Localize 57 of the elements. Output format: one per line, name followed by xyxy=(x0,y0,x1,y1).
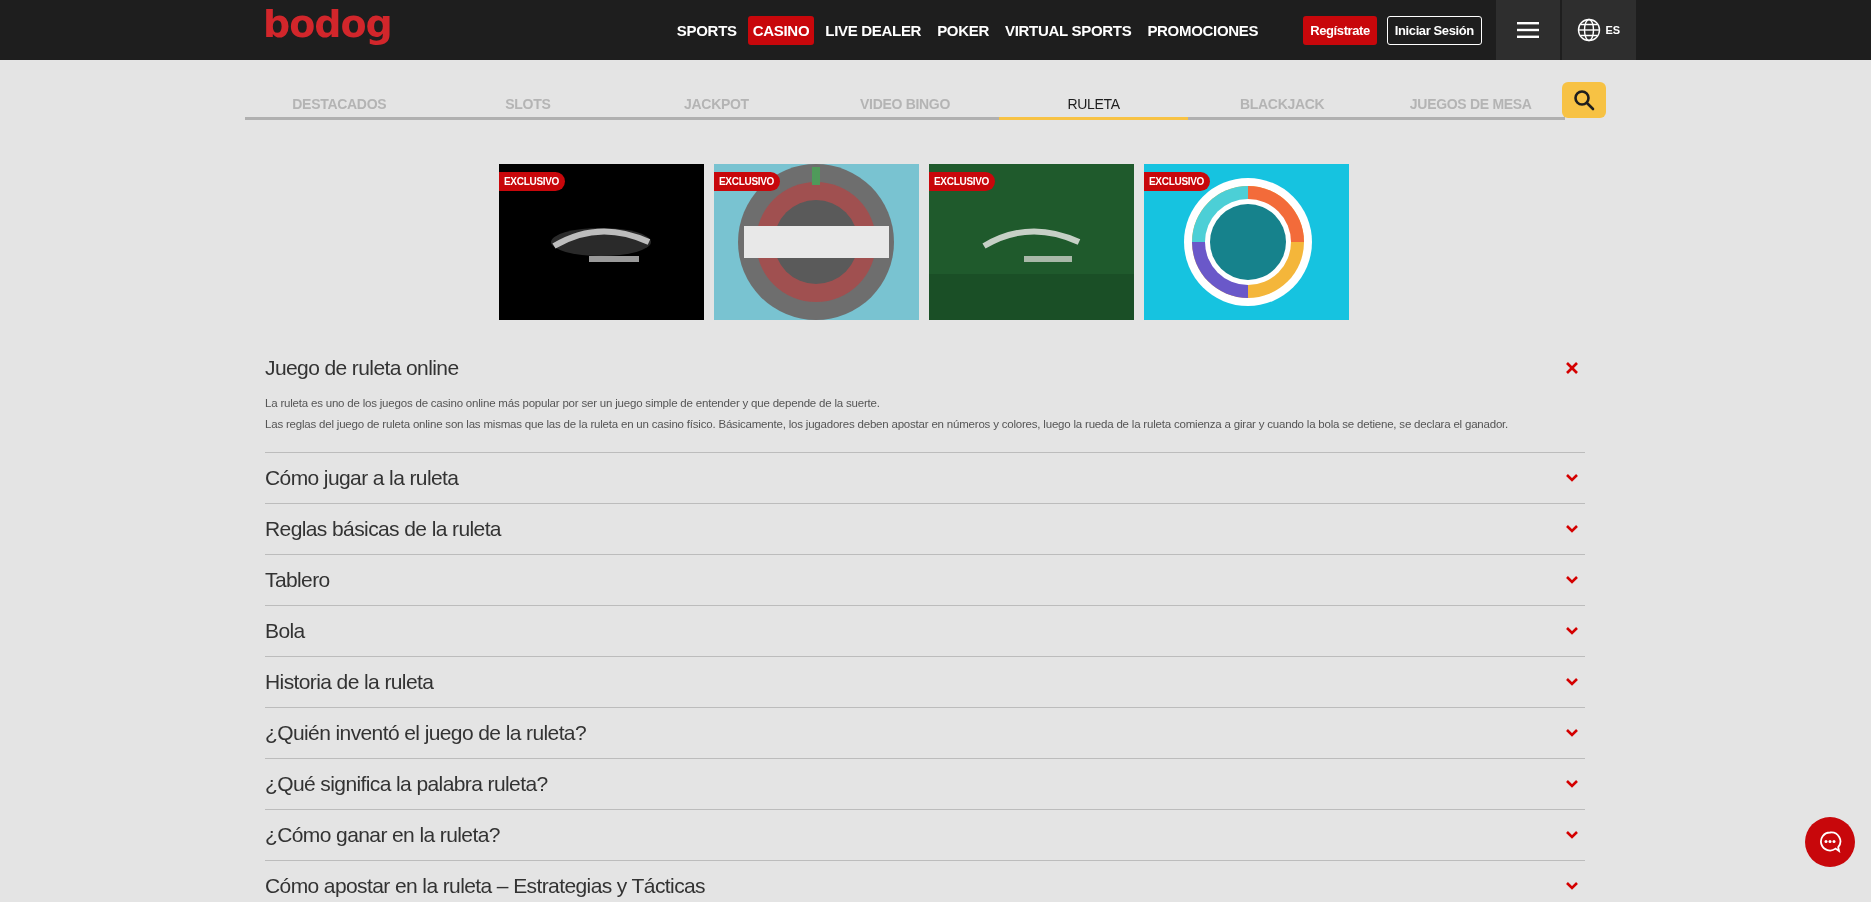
accordion-header[interactable]: Tablero xyxy=(265,555,1585,605)
language-button[interactable]: ES xyxy=(1561,0,1636,60)
chevron-down-icon[interactable] xyxy=(1565,626,1579,636)
accordion-title: Juego de ruleta online xyxy=(265,356,459,380)
exclusive-badge: EXCLUSIVO xyxy=(929,172,996,191)
accordion-title: Reglas básicas de la ruleta xyxy=(265,517,501,541)
nav-link[interactable]: CASINO xyxy=(747,15,815,45)
accordion-header[interactable]: Cómo apostar en la ruleta – Estrategias y Tácticas xyxy=(265,861,1585,902)
game-tile[interactable]: EXCLUSIVO xyxy=(1144,164,1349,320)
chevron-down-icon[interactable] xyxy=(1565,728,1579,738)
accordion-header[interactable]: ¿Quién inventó el juego de la ruleta? xyxy=(265,708,1585,758)
chevron-down-icon[interactable] xyxy=(1565,524,1579,534)
login-button[interactable]: Iniciar Sesión xyxy=(1386,15,1482,45)
accordion-header[interactable]: ¿Qué significa la palabra ruleta? xyxy=(265,759,1585,809)
category-tab[interactable]: RULETA xyxy=(999,90,1188,120)
accordion-title: Cómo jugar a la ruleta xyxy=(265,466,459,490)
exclusive-badge: EXCLUSIVO xyxy=(499,172,566,191)
game-tile[interactable]: EXCLUSIVO xyxy=(714,164,919,320)
accordion-title: ¿Qué significa la palabra ruleta? xyxy=(265,772,548,796)
chevron-down-icon[interactable] xyxy=(1565,677,1579,687)
register-button[interactable]: Regístrate xyxy=(1303,15,1377,45)
nav-link[interactable]: PROMOCIONES xyxy=(1142,15,1264,45)
accordion-title: ¿Quién inventó el juego de la ruleta? xyxy=(265,721,587,745)
game-tile[interactable]: EXCLUSIVO xyxy=(929,164,1134,320)
chevron-down-icon[interactable] xyxy=(1565,881,1579,891)
accordion-title: ¿Cómo ganar en la ruleta? xyxy=(265,823,500,847)
chevron-down-icon[interactable] xyxy=(1565,473,1579,483)
accordion-header[interactable]: Historia de la ruleta xyxy=(265,657,1585,707)
menu-button[interactable] xyxy=(1495,0,1560,60)
search-button[interactable] xyxy=(1562,82,1606,118)
nav-link[interactable]: POKER xyxy=(932,15,994,45)
paragraph: La ruleta es uno de los juegos de casino online más popular por ser un juego simple de entender y que depende de la suerte. xyxy=(265,397,881,409)
accordion-header[interactable]: Bola xyxy=(265,606,1585,656)
nav-link[interactable]: SPORTS xyxy=(671,15,742,45)
menu-icon xyxy=(1516,22,1539,38)
chevron-down-icon[interactable] xyxy=(1565,575,1579,585)
chat-button[interactable] xyxy=(1805,817,1855,867)
nav-link[interactable]: LIVE DEALER xyxy=(820,15,927,45)
exclusive-badge: EXCLUSIVO xyxy=(1144,172,1211,191)
search-icon xyxy=(1573,89,1595,111)
accordion-header[interactable]: ¿Cómo ganar en la ruleta? xyxy=(265,810,1585,860)
accordion-title: Bola xyxy=(265,619,305,643)
globe-icon xyxy=(1577,18,1602,42)
close-icon[interactable] xyxy=(1565,361,1579,375)
exclusive-badge: EXCLUSIVO xyxy=(714,172,781,191)
chevron-down-icon[interactable] xyxy=(1565,830,1579,840)
chevron-down-icon[interactable] xyxy=(1565,779,1579,789)
accordion-title: Cómo apostar en la ruleta – Estrategias y Tácticas xyxy=(265,874,705,898)
game-tile[interactable]: EXCLUSIVO xyxy=(499,164,704,320)
paragraph: Las reglas del juego de ruleta online son las mismas que las de la ruleta en un casino físico. Básicamente, los jugadores deben apostar en números y colores, luego la rueda de la ruleta comienza a girar y cuando la bola se detiene, se declara el ganador. xyxy=(265,418,1510,430)
accordion-header[interactable]: Cómo jugar a la ruleta xyxy=(265,453,1585,503)
nav-link[interactable]: VIRTUAL SPORTS xyxy=(1000,15,1137,45)
accordion-title: Tablero xyxy=(265,568,330,592)
accordion-title: Historia de la ruleta xyxy=(265,670,434,694)
accordion-header[interactable]: Juego de ruleta online xyxy=(265,348,1585,388)
chat-icon xyxy=(1818,830,1842,854)
accordion-header[interactable]: Reglas básicas de la ruleta xyxy=(265,504,1585,554)
